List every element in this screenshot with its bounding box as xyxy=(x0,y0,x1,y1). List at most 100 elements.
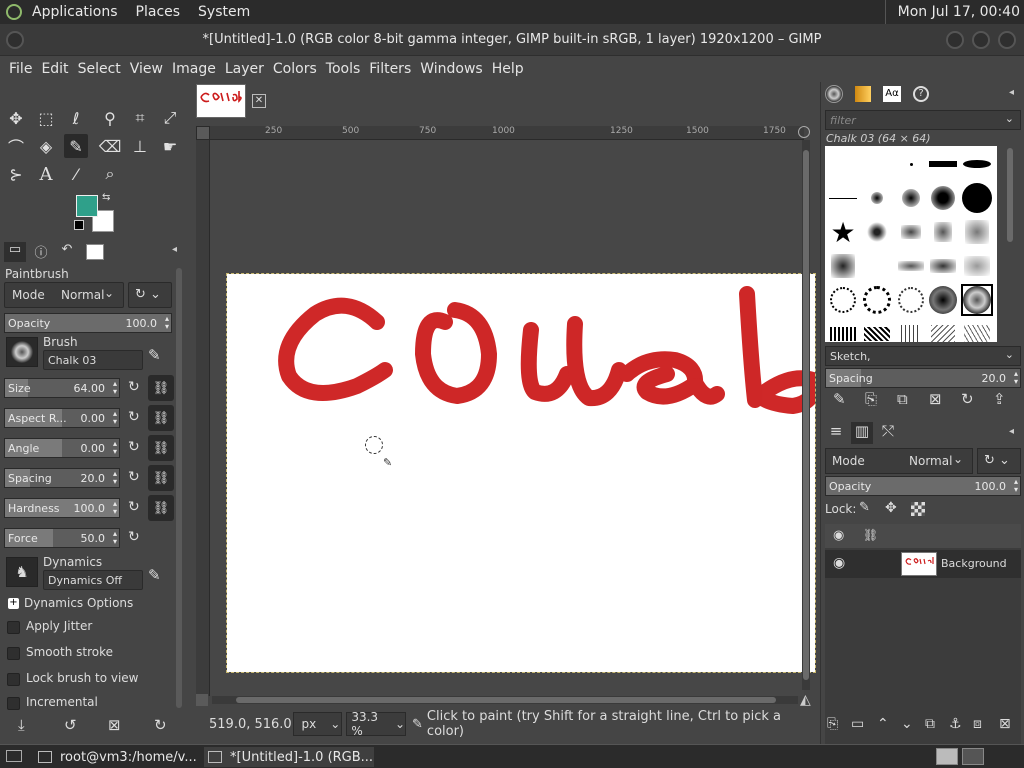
brush-cell[interactable] xyxy=(861,216,893,248)
raise-layer-icon[interactable]: ⌃ xyxy=(877,716,889,732)
spin-icon[interactable]: ▴ ▾ xyxy=(113,500,117,516)
duplicate-brush-icon[interactable]: ⧉ xyxy=(897,390,908,408)
menu-image[interactable]: Image xyxy=(172,61,216,77)
default-colors-icon[interactable] xyxy=(74,220,84,230)
spin-icon[interactable]: ▴ ▾ xyxy=(113,470,117,486)
canvas-viewport[interactable]: ✎ xyxy=(210,140,822,696)
places-menu[interactable]: Places xyxy=(136,4,181,20)
delete-options-icon[interactable]: ⊠ xyxy=(108,716,121,734)
clone-tool-icon[interactable]: ⊥ xyxy=(128,134,152,158)
dock-menu-icon[interactable]: ◂ xyxy=(1009,87,1014,98)
force-slider[interactable]: Force 50.0 ▴ ▾ xyxy=(4,528,120,548)
aspect-ratio-slider[interactable]: Aspect R... 0.00 ▴ ▾ xyxy=(4,408,120,428)
menu-layer[interactable]: Layer xyxy=(225,61,264,77)
smudge-tool-icon[interactable]: ☛ xyxy=(158,134,182,158)
close-button[interactable] xyxy=(998,31,1016,49)
brush-cell[interactable] xyxy=(827,284,859,316)
brush-cell[interactable] xyxy=(895,148,927,180)
eraser-tool-icon[interactable]: ⌫ xyxy=(98,134,122,158)
new-brush-icon[interactable]: ⎘ xyxy=(865,390,877,408)
spacing-reset-icon[interactable]: ↻ xyxy=(128,469,140,485)
menu-view[interactable]: View xyxy=(130,61,163,77)
brush-cell[interactable] xyxy=(927,182,959,214)
paintbrush-tool-icon[interactable]: ✎ xyxy=(64,134,88,158)
brush-cell[interactable] xyxy=(895,318,927,342)
navigate-icon[interactable]: ◭ xyxy=(800,692,811,708)
brushes-tab-icon[interactable] xyxy=(825,85,843,103)
device-status-tab-icon[interactable]: ⓘ xyxy=(30,242,52,262)
brush-cell[interactable] xyxy=(827,250,859,282)
zoom-tool-icon[interactable]: ⌕ xyxy=(98,162,122,186)
layer-mode-select[interactable]: Normal xyxy=(909,454,952,468)
hardness-reset-icon[interactable]: ↻ xyxy=(128,499,140,515)
quick-mask-toggle[interactable] xyxy=(196,126,210,140)
system-menu[interactable]: System xyxy=(198,4,250,20)
spin-icon[interactable]: ▴ ▾ xyxy=(113,440,117,456)
brush-cell[interactable] xyxy=(927,250,959,282)
menu-file[interactable]: File xyxy=(9,61,32,77)
menu-help[interactable]: Help xyxy=(492,61,524,77)
lock-pixels-icon[interactable]: ✎ xyxy=(859,500,870,515)
spin-icon[interactable]: ▴ ▾ xyxy=(113,530,117,546)
brush-cell[interactable] xyxy=(861,182,893,214)
workspace-switcher[interactable] xyxy=(936,748,958,765)
layer-opacity-slider[interactable]: Opacity 100.0 ▴ ▾ xyxy=(825,476,1021,496)
applications-menu[interactable]: Applications xyxy=(32,4,118,20)
taskbar-item-terminal[interactable]: root@vm3:/home/v... xyxy=(38,747,198,767)
edit-brush-icon[interactable]: ✎ xyxy=(148,346,161,364)
show-desktop-icon[interactable] xyxy=(6,750,22,762)
paths-tool-icon[interactable]: ⊱ xyxy=(4,162,28,186)
delete-brush-icon[interactable]: ⊠ xyxy=(929,390,942,408)
menu-select[interactable]: Select xyxy=(78,61,121,77)
anchor-layer-icon[interactable]: ⚓ xyxy=(949,716,962,732)
fuzzy-select-tool-icon[interactable]: ⚲ xyxy=(98,106,122,130)
save-options-icon[interactable]: ⤓ xyxy=(18,716,25,734)
image-tab-thumbnail[interactable] xyxy=(196,84,246,118)
fonts-tab-icon[interactable]: Aα xyxy=(883,86,901,102)
brush-filter-input[interactable]: filter ⌄ xyxy=(825,110,1021,130)
angle-slider[interactable]: Angle 0.00 ▴ ▾ xyxy=(4,438,120,458)
brush-name-field[interactable]: Chalk 03 xyxy=(43,350,143,370)
menu-edit[interactable]: Edit xyxy=(41,61,68,77)
channels-tab-icon[interactable]: ▥ xyxy=(851,422,873,444)
mode-reset-icon[interactable]: ↻ ⌄ xyxy=(128,282,172,308)
brush-cell[interactable] xyxy=(895,284,927,316)
angle-reset-icon[interactable]: ↻ xyxy=(128,439,140,455)
brush-cell[interactable] xyxy=(927,216,959,248)
chevron-down-icon[interactable]: ⌄ xyxy=(104,286,114,300)
eye-icon[interactable]: ◉ xyxy=(833,555,845,571)
spin-icon[interactable]: ▴ ▾ xyxy=(1014,370,1018,386)
layer-name[interactable]: Background xyxy=(941,557,1007,570)
clock[interactable]: Mon Jul 17, 00:40 xyxy=(884,0,1024,24)
foreground-color-swatch[interactable] xyxy=(76,195,98,217)
close-tab-icon[interactable]: ✕ xyxy=(252,94,266,108)
brush-cell[interactable] xyxy=(895,182,927,214)
chalk-brush-selected[interactable] xyxy=(961,284,993,316)
menu-colors[interactable]: Colors xyxy=(273,61,317,77)
hardness-slider[interactable]: Hardness 100.0 ▴ ▾ xyxy=(4,498,120,518)
brush-cell[interactable] xyxy=(961,182,993,214)
dynamics-preview[interactable]: ♞ xyxy=(6,557,38,587)
zoom-select[interactable]: 33.3 % ⌄ xyxy=(346,710,407,738)
restore-options-icon[interactable]: ↺ xyxy=(64,716,77,734)
incremental-checkbox[interactable] xyxy=(7,697,20,710)
minimize-button[interactable] xyxy=(946,31,964,49)
size-slider[interactable]: Size 64.00 ▴ ▾ xyxy=(4,378,120,398)
spin-icon[interactable]: ▴ ▾ xyxy=(1014,478,1018,494)
unit-select[interactable]: px ⌄ xyxy=(292,712,343,736)
lock-position-icon[interactable]: ✥ xyxy=(885,500,897,516)
text-tool-icon[interactable]: A xyxy=(34,162,58,186)
brush-cell[interactable] xyxy=(961,216,993,248)
lock-alpha-icon[interactable] xyxy=(911,502,925,516)
menu-filters[interactable]: Filters xyxy=(369,61,411,77)
bucket-fill-tool-icon[interactable]: ◈ xyxy=(34,134,58,158)
taskbar-item-gimp[interactable]: *[Untitled]-1.0 (RGB... xyxy=(204,747,374,767)
images-tab-icon[interactable] xyxy=(86,244,104,260)
brush-cell[interactable] xyxy=(895,250,927,282)
paths-tab-icon[interactable]: ⤲ xyxy=(877,422,899,444)
vertical-scrollbar[interactable] xyxy=(802,140,810,690)
brush-preview[interactable] xyxy=(6,337,38,367)
window-titlebar[interactable]: *[Untitled]-1.0 (RGB color 8-bit gamma i… xyxy=(0,24,1024,56)
mode-select[interactable]: Normal xyxy=(61,288,104,302)
options-scrollbar[interactable] xyxy=(176,268,182,708)
